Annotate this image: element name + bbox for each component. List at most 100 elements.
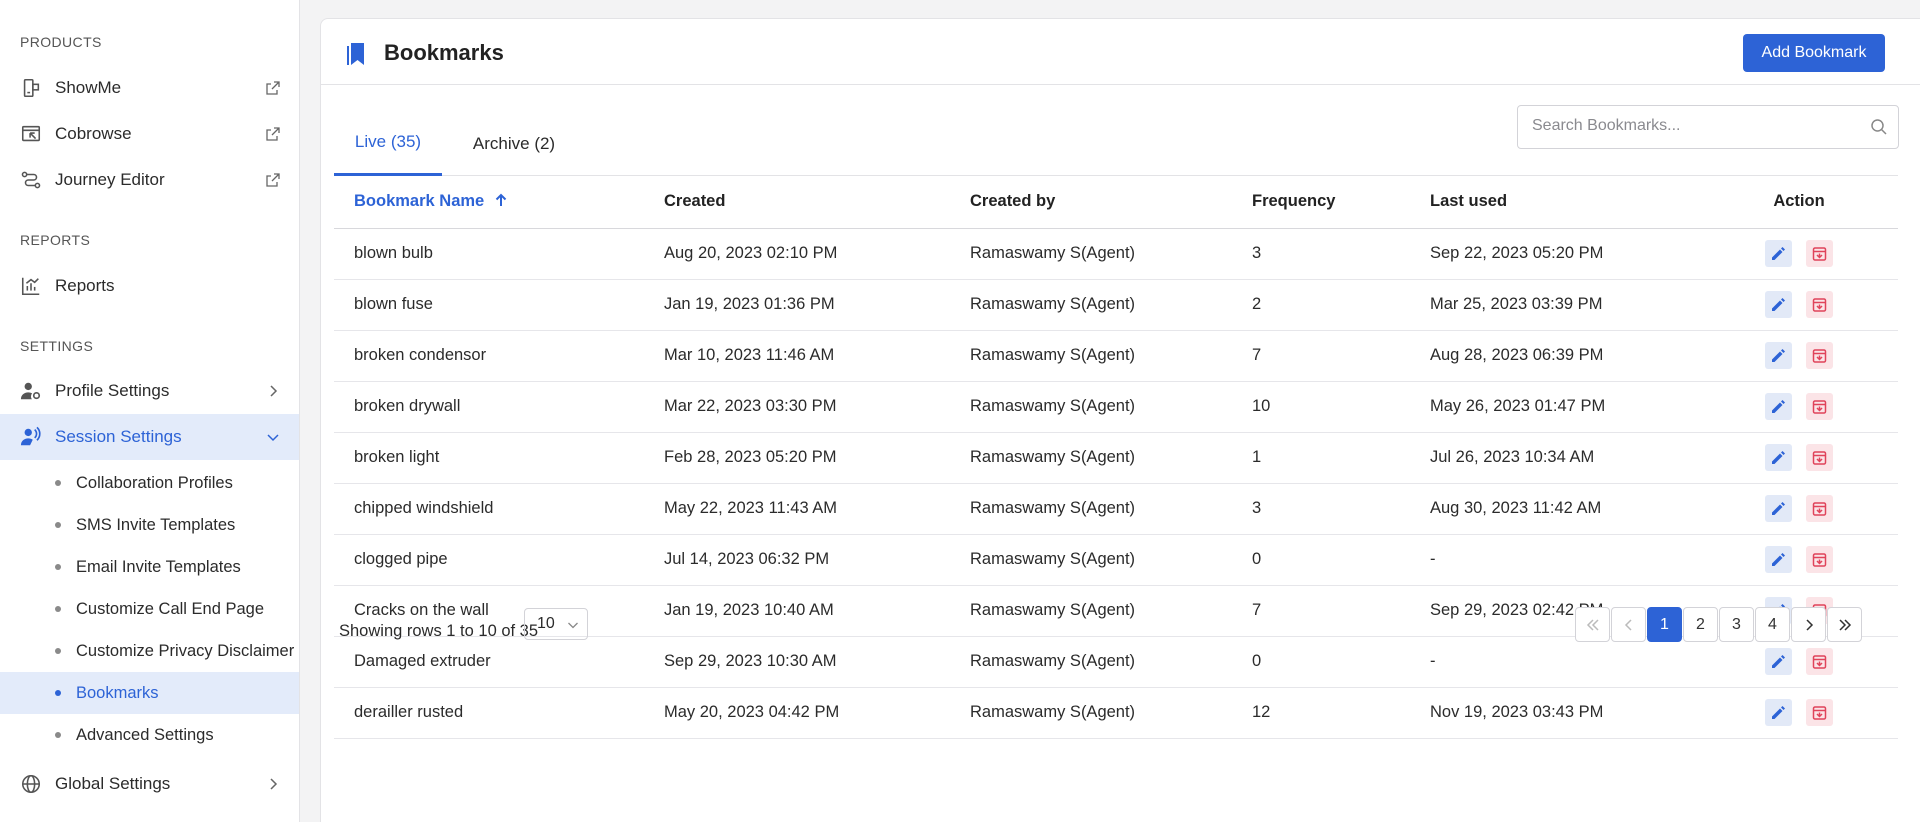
cell-created-by: Ramaswamy S(Agent) — [950, 483, 1232, 535]
sidebar-item-profile-settings[interactable]: Profile Settings — [0, 368, 299, 414]
sidebar-item-label: Global Settings — [55, 774, 171, 793]
archive-icon — [1812, 502, 1827, 516]
pencil-icon — [1772, 655, 1785, 668]
sidebar-subitem-bookmarks[interactable]: Bookmarks — [0, 672, 299, 714]
sidebar-item-label: Cobrowse — [55, 124, 132, 143]
bullet-icon — [55, 648, 61, 654]
edit-button[interactable] — [1765, 291, 1792, 318]
cell-action — [1700, 432, 1898, 484]
cell-created-by: Ramaswamy S(Agent) — [950, 534, 1232, 586]
add-bookmark-button[interactable]: Add Bookmark — [1743, 34, 1885, 72]
last-page-button[interactable] — [1827, 607, 1862, 642]
cell-last-used: Mar 25, 2023 03:39 PM — [1410, 279, 1700, 331]
table-row: blown fuse Jan 19, 2023 01:36 PM Ramaswamy… — [334, 279, 1898, 331]
archive-button[interactable] — [1806, 342, 1833, 369]
pencil-icon — [1772, 247, 1785, 260]
page-button-4[interactable]: 4 — [1755, 607, 1790, 642]
sidebar-subitem-customize-call-end-page[interactable]: Customize Call End Page — [0, 588, 299, 630]
archive-button[interactable] — [1806, 291, 1833, 318]
cell-action — [1700, 483, 1898, 535]
cell-created-by: Ramaswamy S(Agent) — [950, 636, 1232, 688]
cell-created-by: Ramaswamy S(Agent) — [950, 432, 1232, 484]
edit-button[interactable] — [1765, 240, 1792, 267]
cell-bookmark-name: Damaged extruder — [334, 636, 644, 688]
sidebar-item-reports[interactable]: Reports — [0, 263, 299, 309]
sidebar-subitem-label: Email Invite Templates — [76, 557, 241, 576]
search-box — [1517, 105, 1899, 149]
sidebar-subitem-sms-invite-templates[interactable]: SMS Invite Templates — [0, 504, 299, 546]
search-input[interactable] — [1532, 106, 1852, 146]
chevron-right-icon — [270, 778, 278, 790]
table-row: broken light Feb 28, 2023 05:20 PM Ramaswa… — [334, 432, 1898, 484]
archive-button[interactable] — [1806, 393, 1833, 420]
pencil-icon — [1772, 502, 1785, 515]
cell-bookmark-name: blown bulb — [334, 228, 644, 280]
edit-button[interactable] — [1765, 342, 1792, 369]
cell-frequency: 2 — [1232, 279, 1410, 331]
archive-icon — [1812, 298, 1827, 312]
page-button-1[interactable]: 1 — [1647, 607, 1682, 642]
column-header-created[interactable]: Created — [644, 176, 950, 229]
edit-button[interactable] — [1765, 648, 1792, 675]
search-icon[interactable] — [1870, 118, 1888, 136]
column-header-created-by[interactable]: Created by — [950, 176, 1232, 229]
chevron-right-icon — [270, 385, 278, 397]
sidebar-item-session-settings[interactable]: Session Settings — [0, 414, 299, 460]
archive-icon — [1812, 451, 1827, 465]
archive-button[interactable] — [1806, 240, 1833, 267]
first-page-button[interactable] — [1575, 607, 1610, 642]
archive-button[interactable] — [1806, 495, 1833, 522]
pencil-icon — [1772, 298, 1785, 311]
cell-last-used: May 26, 2023 01:47 PM — [1410, 381, 1700, 433]
section-label-reports: REPORTS — [20, 232, 91, 248]
sidebar-item-label: Journey Editor — [55, 170, 165, 189]
double-chevron-right-icon — [1838, 618, 1851, 631]
edit-button[interactable] — [1765, 393, 1792, 420]
next-page-button[interactable] — [1791, 607, 1826, 642]
column-header-bookmark-name[interactable]: Bookmark Name — [334, 176, 644, 229]
cell-created-by: Ramaswamy S(Agent) — [950, 585, 1232, 637]
sidebar-subitem-customize-privacy-disclaimer[interactable]: Customize Privacy Disclaimer — [0, 630, 299, 672]
edit-button[interactable] — [1765, 495, 1792, 522]
tab-archive[interactable]: Archive (2) — [458, 111, 570, 176]
archive-button[interactable] — [1806, 699, 1833, 726]
page-size-select[interactable]: 10 — [524, 608, 588, 640]
sidebar-subitem-label: Customize Privacy Disclaimer — [76, 641, 295, 660]
cell-last-used: - — [1410, 636, 1700, 688]
cell-frequency: 12 — [1232, 687, 1410, 739]
archive-icon — [1812, 655, 1827, 669]
sidebar-item-showme[interactable]: ShowMe — [0, 65, 299, 111]
edit-button[interactable] — [1765, 444, 1792, 471]
cell-frequency: 0 — [1232, 534, 1410, 586]
sidebar-item-cobrowse[interactable]: Cobrowse — [0, 111, 299, 157]
edit-button[interactable] — [1765, 699, 1792, 726]
page-size-value: 10 — [537, 615, 555, 632]
cell-bookmark-name: broken drywall — [334, 381, 644, 433]
bullet-icon — [55, 606, 61, 612]
previous-page-button[interactable] — [1611, 607, 1646, 642]
external-link-icon — [266, 81, 280, 95]
table-row: broken drywall Mar 22, 2023 03:30 PM Ramas… — [334, 381, 1898, 433]
sidebar-subitem-advanced-settings[interactable]: Advanced Settings — [0, 714, 299, 756]
sidebar-subitem-collaboration-profiles[interactable]: Collaboration Profiles — [0, 462, 299, 504]
sidebar-item-global-settings[interactable]: Global Settings — [0, 761, 299, 807]
archive-button[interactable] — [1806, 444, 1833, 471]
archive-button[interactable] — [1806, 648, 1833, 675]
column-header-frequency[interactable]: Frequency — [1232, 176, 1410, 229]
tab-live[interactable]: Live (35) — [334, 111, 442, 176]
sidebar-subitem-label: Customize Call End Page — [76, 599, 265, 618]
sidebar-item-label: Session Settings — [55, 427, 182, 446]
sidebar-subitem-label: Collaboration Profiles — [76, 473, 233, 492]
cell-bookmark-name: broken condensor — [334, 330, 644, 382]
page-button-2[interactable]: 2 — [1683, 607, 1718, 642]
column-header-action: Action — [1700, 176, 1898, 229]
session-settings-icon — [20, 426, 42, 448]
page-button-3[interactable]: 3 — [1719, 607, 1754, 642]
chevron-left-icon — [1624, 618, 1632, 631]
sidebar-subitem-email-invite-templates[interactable]: Email Invite Templates — [0, 546, 299, 588]
edit-button[interactable] — [1765, 546, 1792, 573]
sidebar-item-journey-editor[interactable]: Journey Editor — [0, 157, 299, 203]
cobrowse-icon — [20, 123, 42, 145]
archive-button[interactable] — [1806, 546, 1833, 573]
column-header-last-used[interactable]: Last used — [1410, 176, 1700, 229]
